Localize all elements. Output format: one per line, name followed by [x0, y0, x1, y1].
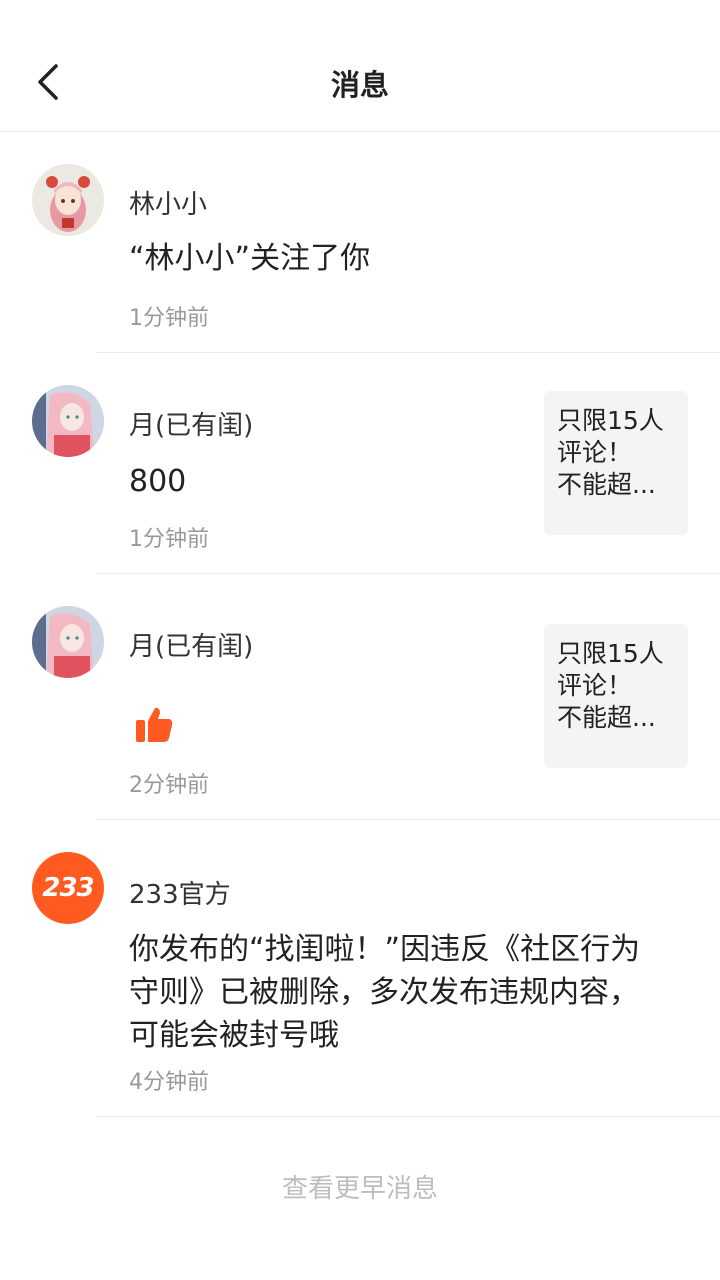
sender-name: 月(已有闺): [129, 632, 254, 662]
message-content: 800: [129, 464, 187, 499]
header-bar: 消息: [0, 0, 720, 132]
view-earlier-messages-link[interactable]: 查看更早消息: [0, 1168, 720, 1205]
message-time: 1分钟前: [129, 306, 209, 331]
message-time: 1分钟前: [129, 527, 209, 552]
message-item[interactable]: 林小小 “林小小”关注了你 1分钟前: [0, 132, 720, 353]
message-item[interactable]: 月(已有闺) 2分钟前 只限15人 评论！ 不能超...: [0, 574, 720, 820]
sender-name: 月(已有闺): [129, 411, 254, 441]
avatar-logo-text: 233: [42, 873, 94, 903]
message-content: 你发布的“找闺啦！”因违反《社区行为守则》已被删除，多次发布违规内容，可能会被封…: [129, 932, 641, 1053]
message-content: “林小小”关注了你: [129, 241, 371, 276]
avatar[interactable]: [32, 606, 104, 678]
message-time: 4分钟前: [129, 1070, 209, 1095]
quoted-post-preview[interactable]: 只限15人 评论！ 不能超...: [544, 624, 688, 768]
page-title: 消息: [330, 68, 389, 102]
thumbs-up-icon: [136, 707, 173, 742]
message-time: 2分钟前: [129, 773, 209, 798]
message-item[interactable]: 月(已有闺) 800 1分钟前 只限15人 评论！ 不能超...: [0, 353, 720, 574]
official-avatar[interactable]: 233: [32, 852, 104, 924]
avatar[interactable]: [32, 385, 104, 457]
avatar[interactable]: [32, 164, 104, 236]
sender-name: 林小小: [129, 190, 208, 220]
quoted-post-preview[interactable]: 只限15人 评论！ 不能超...: [544, 391, 688, 535]
message-item[interactable]: 233 233官方 你发布的“找闺啦！”因违反《社区行为守则》已被删除，多次发布…: [0, 820, 720, 1117]
sender-name: 233官方: [129, 880, 231, 910]
divider: [96, 1116, 720, 1117]
